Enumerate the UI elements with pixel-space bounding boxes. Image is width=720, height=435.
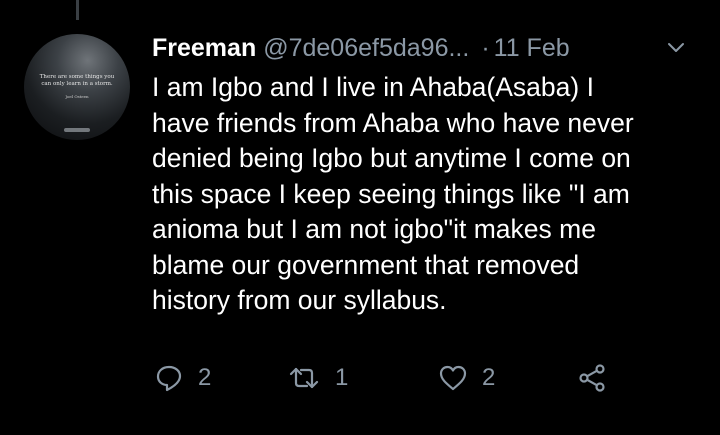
- avatar-quote-text: There are some things you can only learn…: [39, 74, 115, 87]
- reply-icon: [156, 365, 182, 392]
- tweet-actions: 2 1 2: [152, 360, 632, 396]
- more-options-button[interactable]: [664, 36, 688, 60]
- author-name[interactable]: Freeman: [152, 34, 256, 63]
- avatar-logo: [64, 128, 90, 132]
- reply-button[interactable]: 2: [154, 360, 211, 396]
- thread-connector-line: [76, 0, 79, 20]
- tweet-text: I am Igbo and I live in Ahaba(Asaba) I h…: [152, 72, 634, 315]
- reply-count: 2: [198, 364, 212, 391]
- retweet-count: 1: [335, 364, 349, 391]
- author-handle[interactable]: @7de06ef5da96...: [263, 34, 469, 63]
- tweet-page: There are some things you can only learn…: [0, 0, 720, 435]
- share-button[interactable]: [577, 360, 607, 396]
- heart-icon: [439, 365, 467, 391]
- retweet-icon: [289, 367, 319, 389]
- avatar[interactable]: There are some things you can only learn…: [24, 34, 130, 140]
- like-button[interactable]: 2: [438, 360, 495, 396]
- avatar-quote-author: Joel Osteen: [65, 94, 89, 99]
- share-icon: [579, 364, 605, 392]
- retweet-button[interactable]: 1: [287, 360, 348, 396]
- tweet-date[interactable]: 11 Feb: [494, 34, 570, 63]
- tweet-header: Freeman @7de06ef5da96... · 11 Feb: [152, 31, 570, 65]
- chevron-down-icon: [668, 43, 684, 52]
- header-separator: ·: [481, 33, 490, 62]
- like-count: 2: [482, 364, 496, 391]
